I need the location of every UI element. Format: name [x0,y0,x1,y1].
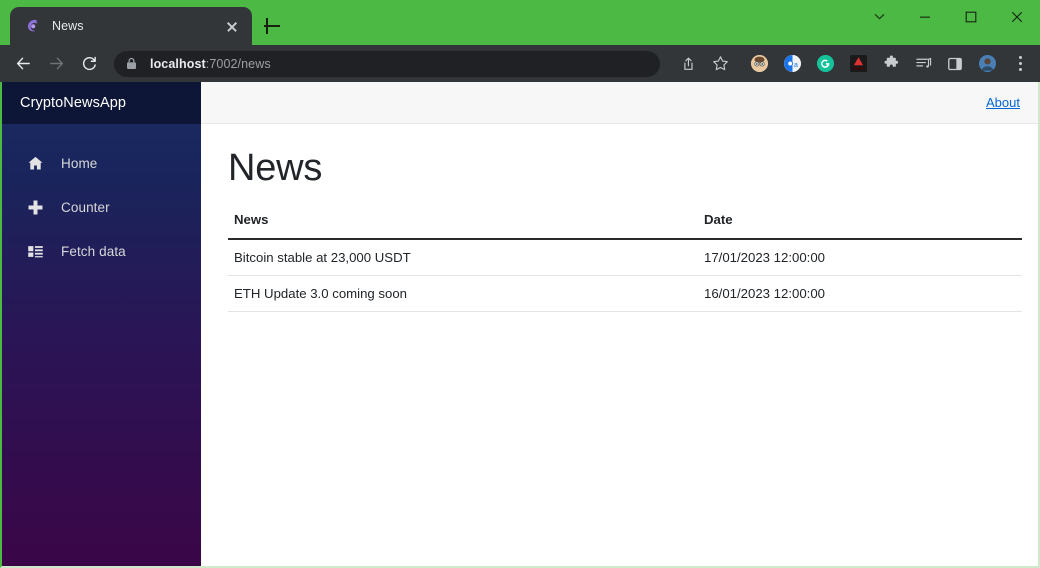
table-row: ETH Update 3.0 coming soon 16/01/2023 12… [228,275,1022,312]
sidebar-item-counter[interactable]: Counter [2,185,201,229]
app-topbar: About [201,82,1038,124]
news-table-head: News Date [228,211,1022,240]
window-controls [856,0,1040,45]
url-host: localhost [150,56,206,71]
page-title: News [228,147,323,189]
brand-label: CryptoNewsApp [20,95,127,111]
tab-search-button[interactable] [856,0,902,33]
minimize-button[interactable] [902,0,948,33]
sidebar-item-label: Counter [61,199,110,215]
extensions-puzzle-icon[interactable] [877,50,905,78]
app-main: About News News Date Bitcoin stable at 2… [201,82,1038,566]
browser-window: News localhost:7002/news a CryptoNewsApp… [0,0,1040,568]
tab-strip: News [0,0,1040,45]
list-grid-icon [26,242,44,260]
side-panel-icon[interactable] [941,50,969,78]
reload-button[interactable] [74,49,104,79]
column-header-date: Date [698,211,1022,240]
news-table-body: Bitcoin stable at 23,000 USDT 17/01/2023… [228,238,1022,312]
extensions-area: a [743,50,1034,78]
sidebar-nav: Home Counter Fetch data [2,124,201,273]
cell-news: ETH Update 3.0 coming soon [228,275,698,312]
address-bar[interactable]: localhost:7002/news [114,50,660,77]
close-icon[interactable] [222,16,242,36]
grammarly-extension-icon[interactable] [817,55,834,72]
reading-list-icon[interactable] [909,50,937,78]
tab-title: News [52,19,84,33]
page-viewport: CryptoNewsApp Home Counter Fetch data Ab… [0,82,1040,568]
forward-button[interactable] [41,49,71,79]
maximize-button[interactable] [948,0,994,33]
star-icon[interactable] [706,50,734,78]
url-rest: :7002/news [205,56,271,71]
lock-icon [126,57,140,70]
sidebar-item-fetch-data[interactable]: Fetch data [2,229,201,273]
home-icon [26,154,44,172]
sidebar-item-home[interactable]: Home [2,141,201,185]
app-brand[interactable]: CryptoNewsApp [2,82,201,124]
sidebar-item-label: Fetch data [61,243,126,259]
blazor-favicon-icon [24,18,41,35]
sidebar-item-label: Home [61,155,98,171]
back-button[interactable] [8,49,38,79]
profile-avatar-icon[interactable] [979,55,996,72]
column-header-news: News [228,211,698,240]
news-table: News Date Bitcoin stable at 23,000 USDT … [228,211,1022,312]
about-link[interactable]: About [986,95,1020,110]
extension-red-icon[interactable] [850,55,867,72]
browser-toolbar: localhost:7002/news a [0,45,1040,82]
app-sidebar: CryptoNewsApp Home Counter Fetch data [2,82,201,566]
share-icon[interactable] [674,50,702,78]
plus-icon [26,198,44,216]
extension-avatar-icon[interactable] [751,55,768,72]
new-tab-button[interactable] [259,13,285,39]
omnibox-actions [672,50,736,78]
cell-date: 16/01/2023 12:00:00 [698,275,1022,312]
close-window-button[interactable] [994,0,1040,33]
cell-news: Bitcoin stable at 23,000 USDT [228,238,698,276]
cell-date: 17/01/2023 12:00:00 [698,238,1022,276]
table-row: Bitcoin stable at 23,000 USDT 17/01/2023… [228,238,1022,276]
page-content: News News Date Bitcoin stable at 23,000 … [201,124,1038,566]
svg-text:a: a [794,62,798,69]
kebab-menu-icon[interactable] [1008,51,1032,77]
table-header-row: News Date [228,211,1022,240]
browser-tab-news[interactable]: News [10,7,252,45]
url-text: localhost:7002/news [150,57,271,71]
extension-badge-icon[interactable]: a [784,55,801,72]
